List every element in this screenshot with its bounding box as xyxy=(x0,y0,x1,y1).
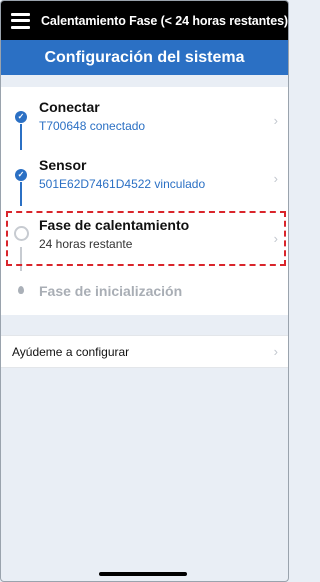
step-connect-title: Conectar xyxy=(39,99,100,115)
warmup-status-title: Calentamiento Fase (< 24 horas restantes… xyxy=(40,13,288,28)
page-title: Configuración del sistema xyxy=(1,40,288,75)
menu-icon[interactable] xyxy=(11,12,30,29)
chevron-right-icon: › xyxy=(273,171,278,186)
help-setup-label: Ayúdeme a configurar xyxy=(12,344,130,359)
step-initialization: Fase de inicialización xyxy=(1,283,288,339)
step-connect[interactable]: ✓ Conectar T700648 conectado › xyxy=(1,99,288,155)
step-sensor-title: Sensor xyxy=(39,157,87,173)
step-initialization-title: Fase de inicialización xyxy=(39,283,183,299)
step-connect-status: T700648 conectado xyxy=(39,119,146,133)
home-indicator[interactable] xyxy=(99,572,187,576)
chevron-right-icon: › xyxy=(273,113,278,128)
step-sensor-status: 501E62D7461D4522 vinculado xyxy=(39,177,206,191)
chevron-right-icon: › xyxy=(273,344,278,359)
setup-steps-list: ✓ Conectar T700648 conectado › ✓ Sensor … xyxy=(1,87,288,315)
check-icon: ✓ xyxy=(15,111,27,123)
current-step-highlight xyxy=(6,211,286,266)
phone-screen: Calentamiento Fase (< 24 horas restantes… xyxy=(0,0,289,582)
drop-icon xyxy=(18,286,24,294)
step-sensor[interactable]: ✓ Sensor 501E62D7461D4522 vinculado › xyxy=(1,157,288,213)
top-bar: Calentamiento Fase (< 24 horas restantes… xyxy=(1,1,288,40)
help-setup-row[interactable]: Ayúdeme a configurar › xyxy=(1,335,288,368)
check-icon: ✓ xyxy=(15,169,27,181)
